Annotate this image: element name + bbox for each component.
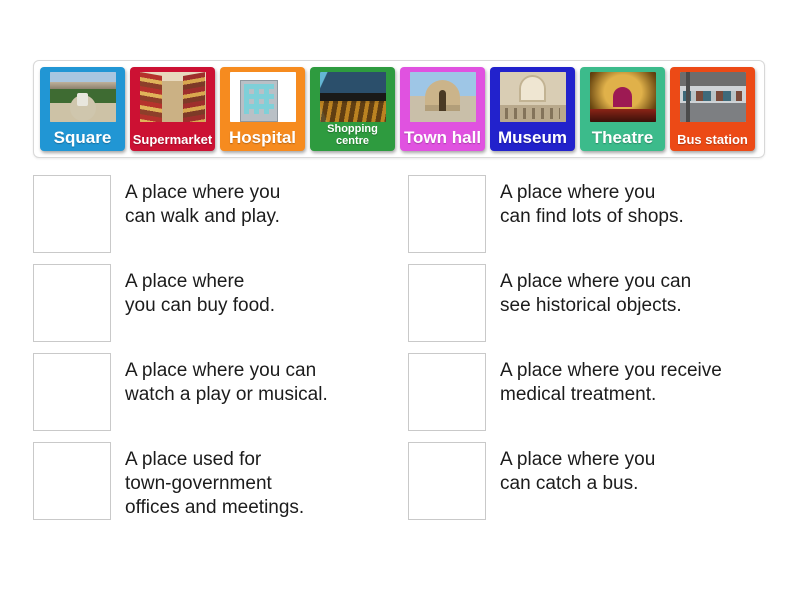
drop-zone[interactable] [33, 175, 111, 253]
thumbnail-art [499, 72, 566, 122]
drop-zone[interactable] [33, 442, 111, 520]
answer-description: A place where you can find lots of shops… [500, 182, 684, 227]
tile-square[interactable]: Square [40, 67, 125, 151]
tile-hospital[interactable]: Hospital [220, 67, 305, 151]
thumbnail-art [319, 72, 386, 122]
tile-thumbnail-image [229, 72, 296, 122]
answer-row: A place used for town-government offices… [33, 442, 408, 531]
answer-description: A place where you receive medical treatm… [500, 360, 722, 405]
tile-thumbnail-image [49, 72, 116, 122]
tile-tray: Square Supermarket Hospital Shopping centre… [33, 60, 765, 158]
tile-label: Shopping centre [327, 122, 378, 148]
thumbnail-art [679, 72, 746, 122]
tile-museum[interactable]: Museum [490, 67, 575, 151]
answer-row: A place where you can catch a bus. [408, 442, 768, 531]
answer-description: A place where you can watch a play or mu… [125, 360, 328, 405]
answer-row: A place where you can find lots of shops… [408, 175, 768, 264]
tile-thumbnail-image [319, 72, 386, 122]
thumbnail-art [229, 72, 296, 122]
thumbnail-art [589, 72, 656, 122]
tile-label: Bus station [677, 132, 748, 147]
tile-bus-station[interactable]: Bus station [670, 67, 755, 151]
tile-label: Hospital [228, 128, 297, 147]
tile-label: Theatre [591, 128, 654, 147]
tile-supermarket[interactable]: Supermarket [130, 67, 215, 151]
tile-thumbnail-image [499, 72, 566, 122]
tile-thumbnail-image [679, 72, 746, 122]
answer-row: A place where you can watch a play or mu… [33, 353, 408, 442]
tile-label: Museum [498, 128, 567, 147]
drop-zone[interactable] [408, 353, 486, 431]
answer-description: A place where you can walk and play. [125, 182, 281, 227]
thumbnail-art [139, 72, 206, 122]
tile-label: Square [53, 128, 112, 147]
thumbnail-art [409, 72, 476, 122]
tile-thumbnail-image [409, 72, 476, 122]
drop-zone[interactable] [408, 175, 486, 253]
answer-row: A place where you receive medical treatm… [408, 353, 768, 442]
tile-label: Supermarket [132, 132, 213, 147]
tile-thumbnail-image [139, 72, 206, 122]
drop-zone[interactable] [33, 264, 111, 342]
answer-row: A place where you can walk and play. [33, 175, 408, 264]
drop-zone[interactable] [408, 264, 486, 342]
drop-zone[interactable] [33, 353, 111, 431]
tile-town-hall[interactable]: Town hall [400, 67, 485, 151]
answer-grid: A place where you can walk and play. A pl… [33, 175, 768, 531]
answer-row: A place where you can see historical obj… [408, 264, 768, 353]
answer-description: A place where you can buy food. [125, 271, 275, 316]
tile-label: Town hall [403, 128, 482, 147]
tile-shopping-centre[interactable]: Shopping centre [310, 67, 395, 151]
answer-row: A place where you can buy food. [33, 264, 408, 353]
thumbnail-art [49, 72, 116, 122]
answer-description: A place used for town-government offices… [125, 449, 305, 518]
answer-description: A place where you can catch a bus. [500, 449, 656, 494]
tile-thumbnail-image [589, 72, 656, 122]
tile-theatre[interactable]: Theatre [580, 67, 665, 151]
answer-description: A place where you can see historical obj… [500, 271, 692, 316]
drop-zone[interactable] [408, 442, 486, 520]
